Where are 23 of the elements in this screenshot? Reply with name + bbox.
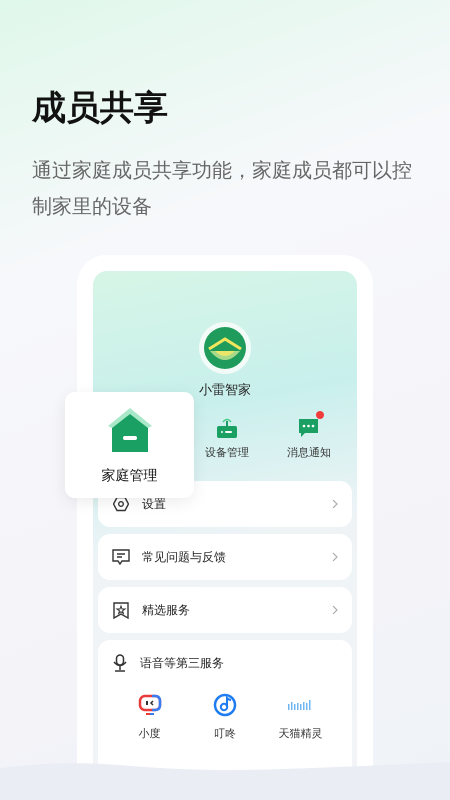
robot-face-icon [138, 693, 162, 717]
chevron-right-icon [332, 499, 338, 509]
menu-item[interactable]: 精选服务 [98, 587, 352, 633]
subtitle: 通过家庭成员共享功能，家庭成员都可以控制家里的设备 [32, 157, 412, 220]
section-title: 语音等第三服务 [140, 655, 224, 672]
sound-bars-icon [287, 698, 314, 712]
service-label[interactable]: 叮咚 [214, 726, 236, 742]
shortcut-label[interactable]: 消息通知 [287, 444, 331, 461]
microphone-icon [112, 654, 128, 672]
house-icon [106, 406, 154, 454]
menu-item[interactable]: 常见问题与反馈 [98, 534, 352, 580]
app-name: 小雷智家 [199, 382, 251, 400]
bookmark-star-icon [113, 602, 129, 618]
service-label[interactable]: 小度 [138, 726, 161, 742]
music-note-icon [212, 693, 237, 717]
headline: 成员共享 [32, 87, 169, 130]
chevron-right-icon [332, 605, 338, 615]
shortcut-label[interactable]: 设备管理 [205, 444, 249, 461]
message-icon [112, 549, 130, 565]
service-label[interactable]: 天猫精灵 [278, 726, 322, 742]
app-logo-icon [198, 321, 252, 375]
chevron-right-icon [332, 552, 338, 562]
settings-icon [113, 496, 129, 512]
